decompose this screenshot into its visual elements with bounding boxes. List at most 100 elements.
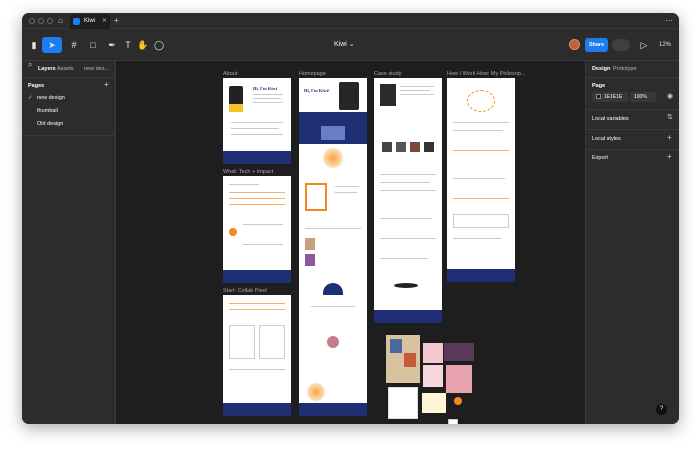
minimize-window-button[interactable] [38,18,44,24]
text-line [253,98,281,99]
search-icon[interactable]: ⌕ [28,57,32,73]
file-tab[interactable]: Kiwi ✕ [70,14,110,29]
comment-tool-icon[interactable]: ◯ [151,37,167,53]
background-hex-value: 1E1E1E [604,94,623,100]
frame-label-how-i-work[interactable]: How I Work How: My Philosop... [447,71,525,77]
text-line [453,130,503,131]
dot-row [229,192,285,193]
about-heading: Hi, I'm Kiwi [253,86,278,91]
text-line [453,238,501,239]
help-icon[interactable]: ? [656,404,667,415]
text-line [253,102,283,103]
share-button[interactable]: Share [585,38,608,52]
divider [22,135,115,136]
avatar[interactable] [569,39,580,50]
text-line [305,228,361,229]
text-line [400,86,434,87]
frame-how-i-work[interactable] [447,78,515,282]
frame-case-study[interactable] [374,78,442,323]
blog-thumb [305,254,315,266]
text-line [335,186,359,187]
page-section-title: Page [592,83,606,89]
toolbar: ▮ ➤ # □ ✒ T ✋ ◯ Kiwi ⌄ Share ▷ 12% [22,29,679,61]
page-item-thumbail[interactable]: thumbail [37,108,58,114]
check-icon: ✓ [28,95,33,101]
frame-label-case-study[interactable]: Case study [374,71,402,77]
canvas[interactable]: About Hi, I'm Kiwi Homepage Hi, I'm Kiwi… [116,61,585,424]
tab-design[interactable]: Design [592,66,610,72]
export-section[interactable]: Export [592,155,608,161]
frame-homepage[interactable]: Hi, I'm Kiwi! [299,78,367,416]
footer [299,403,367,416]
collage-image [390,339,402,353]
add-export-icon[interactable]: + [667,152,672,161]
frame-label-tech-impact[interactable]: What: Tech + Impact [223,169,273,175]
case-study-thumbnail [321,126,345,140]
hero-portrait [339,82,359,110]
tab-assets[interactable]: Assets [57,66,74,72]
grid-table [453,214,509,228]
divider [586,77,679,78]
tab-layers[interactable]: Layers [38,66,56,72]
text-line [231,122,283,123]
frame-label-homepage[interactable]: Homepage [299,71,326,77]
frame-tech-impact[interactable] [223,176,291,283]
main-menu-icon[interactable]: ▮ [26,37,42,53]
dot-row [229,303,285,304]
figma-window: ⌂ Kiwi ✕ + ⋯ ▮ ➤ # □ ✒ T ✋ ◯ Kiwi ⌄ Shar… [22,13,679,424]
present-icon[interactable]: ▷ [636,37,652,53]
frame-tool-icon[interactable]: # [66,37,82,53]
collage-image [446,365,472,393]
text-line [380,218,432,219]
dot-row [229,309,285,310]
dev-mode-toggle[interactable] [612,39,630,51]
new-tab-icon[interactable]: + [114,13,119,29]
local-variables-section[interactable]: Local variables [592,116,629,122]
text-line [453,122,509,123]
case-hero-image [380,84,396,106]
text-line [380,182,430,183]
text-tool-icon[interactable]: T [120,37,136,53]
home-icon[interactable]: ⌂ [58,13,63,29]
pen-tool-icon[interactable]: ✒ [104,37,120,53]
add-page-icon[interactable]: + [104,80,109,89]
tab-current-page[interactable]: new des... [84,66,109,72]
local-styles-section[interactable]: Local styles [592,136,621,142]
text-line [229,369,285,370]
move-tool-icon[interactable]: ➤ [42,37,62,53]
content-card [229,325,255,359]
text-line [231,128,279,129]
eye-icon[interactable]: ◉ [667,92,673,100]
opacity-field[interactable]: 100% [630,92,656,102]
text-line [380,190,436,191]
footer [374,310,442,323]
close-window-button[interactable] [29,18,35,24]
process-diagram [467,90,495,112]
orange-glow [307,383,325,401]
moodboard-collage[interactable] [386,335,478,424]
text-line [400,94,434,95]
zoom-level[interactable]: 12% [659,29,671,61]
document-title[interactable]: Kiwi ⌄ [334,29,355,61]
add-style-icon[interactable]: + [667,133,672,142]
frame-label-about[interactable]: About [223,71,237,77]
background-color-field[interactable]: 1E1E1E [592,92,628,102]
tab-prototype[interactable]: Prototype [613,66,637,72]
frame-about[interactable]: Hi, I'm Kiwi [223,78,291,164]
hand-tool-icon[interactable]: ✋ [135,37,151,53]
text-line [231,134,283,135]
close-tab-icon[interactable]: ✕ [102,14,107,29]
page-item-new-design[interactable]: new design [37,95,65,101]
more-icon[interactable]: ⋯ [665,13,673,29]
shape-tool-icon[interactable]: □ [85,37,101,53]
blog-thumb [305,238,315,250]
frame-collab-pixel[interactable] [223,295,291,416]
maximize-window-button[interactable] [47,18,53,24]
page-item-old-design[interactable]: Old design [37,121,63,127]
text-line [380,258,428,259]
adjust-icon[interactable]: ⇅ [667,113,673,121]
title-bar: ⌂ Kiwi ✕ + ⋯ [22,13,679,29]
collage-image [423,343,443,363]
frame-label-collab-pixel[interactable]: Start: Collab Pixel [223,288,267,294]
text-line [335,192,357,193]
